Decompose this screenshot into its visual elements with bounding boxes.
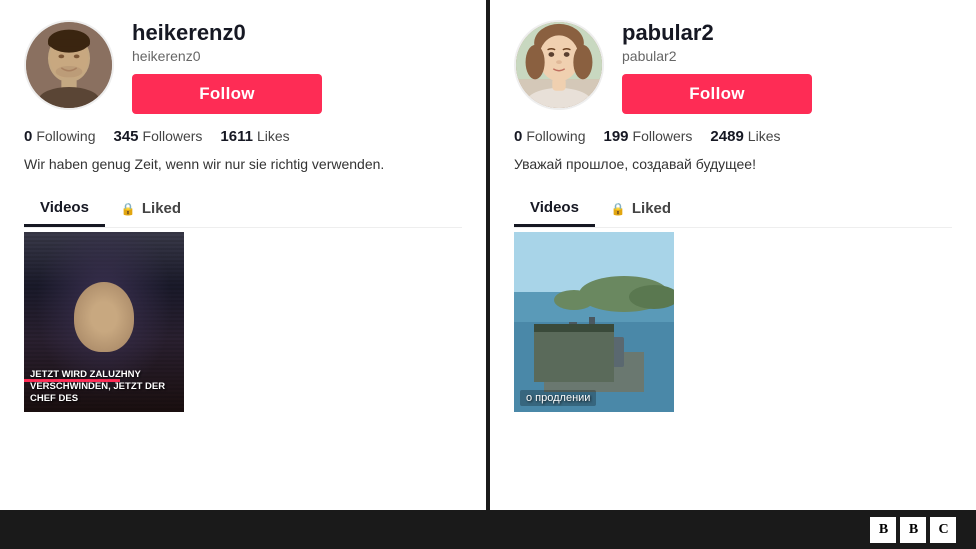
likes-label-left: Likes	[257, 128, 290, 144]
followers-label-left: Followers	[143, 128, 203, 144]
stat-followers-right: 199 Followers	[603, 128, 692, 145]
profile-card-left: heikerenz0 heikerenz0 Follow 0 Following…	[0, 0, 486, 510]
video-face	[74, 282, 134, 352]
bbc-bar: B B C	[0, 510, 976, 549]
stat-likes-right: 2489 Likes	[710, 128, 780, 145]
stat-following-right: 0 Following	[514, 128, 585, 145]
following-label-left: Following	[36, 128, 95, 144]
tab-liked-left[interactable]: 🔒 Liked	[105, 189, 197, 227]
stats-row-left: 0 Following 345 Followers 1611 Likes	[24, 128, 462, 145]
follow-button-left[interactable]: Follow	[132, 74, 322, 114]
stat-following-left: 0 Following	[24, 128, 95, 145]
profile-card-right: pabular2 pabular2 Follow 0 Following 199…	[490, 0, 976, 510]
followers-count-left: 345	[113, 128, 138, 145]
following-label-right: Following	[526, 128, 585, 144]
profile-info-left: heikerenz0 heikerenz0 Follow	[132, 20, 462, 114]
likes-count-left: 1611	[220, 128, 253, 145]
tab-videos-label-left: Videos	[40, 199, 89, 216]
followers-label-right: Followers	[633, 128, 693, 144]
followers-count-right: 199	[603, 128, 628, 145]
lock-icon-left: 🔒	[121, 202, 136, 216]
avatar-left	[24, 20, 114, 110]
username-main-left: heikerenz0	[132, 20, 462, 46]
stats-row-right: 0 Following 199 Followers 2489 Likes	[514, 128, 952, 145]
stat-followers-left: 345 Followers	[113, 128, 202, 145]
bbc-box-c: C	[930, 517, 956, 543]
follow-button-right[interactable]: Follow	[622, 74, 812, 114]
username-main-right: pabular2	[622, 20, 952, 46]
following-count-left: 0	[24, 128, 32, 145]
video-caption-right: о продлении	[520, 390, 596, 406]
following-count-right: 0	[514, 128, 522, 145]
bio-right: Уважай прошлое, создавай будущее!	[514, 155, 952, 175]
tab-videos-label-right: Videos	[530, 199, 579, 216]
tab-liked-label-left: Liked	[142, 200, 181, 217]
tabs-row-left: Videos 🔒 Liked	[24, 189, 462, 228]
tab-videos-right[interactable]: Videos	[514, 189, 595, 227]
bbc-box-b1: B	[870, 517, 896, 543]
stat-likes-left: 1611 Likes	[220, 128, 289, 145]
bbc-logo: B B C	[870, 517, 956, 543]
likes-label-right: Likes	[748, 128, 781, 144]
avatar-right	[514, 20, 604, 110]
main-container: heikerenz0 heikerenz0 Follow 0 Following…	[0, 0, 976, 549]
username-sub-left: heikerenz0	[132, 48, 462, 64]
video-caption-left: JETZT WIRD ZALUZHNY VERSCHWINDEN, JETZT …	[30, 369, 178, 406]
bio-left: Wir haben genug Zeit, wenn wir nur sie r…	[24, 155, 462, 175]
lock-icon-right: 🔒	[611, 202, 626, 216]
videos-grid-right: о продлении	[514, 232, 952, 412]
profile-info-right: pabular2 pabular2 Follow	[622, 20, 952, 114]
username-sub-right: pabular2	[622, 48, 952, 64]
profiles-row: heikerenz0 heikerenz0 Follow 0 Following…	[0, 0, 976, 510]
likes-count-right: 2489	[710, 128, 743, 145]
bbc-box-b2: B	[900, 517, 926, 543]
profile-header-left: heikerenz0 heikerenz0 Follow	[24, 20, 462, 114]
profile-header-right: pabular2 pabular2 Follow	[514, 20, 952, 114]
tab-liked-label-right: Liked	[632, 200, 671, 217]
tabs-row-right: Videos 🔒 Liked	[514, 189, 952, 228]
tab-liked-right[interactable]: 🔒 Liked	[595, 189, 687, 227]
video-thumb-right[interactable]: о продлении	[514, 232, 674, 412]
video-thumb-left[interactable]: JETZT WIRD ZALUZHNY VERSCHWINDEN, JETZT …	[24, 232, 184, 412]
videos-grid-left: JETZT WIRD ZALUZHNY VERSCHWINDEN, JETZT …	[24, 232, 462, 412]
tab-videos-left[interactable]: Videos	[24, 189, 105, 227]
